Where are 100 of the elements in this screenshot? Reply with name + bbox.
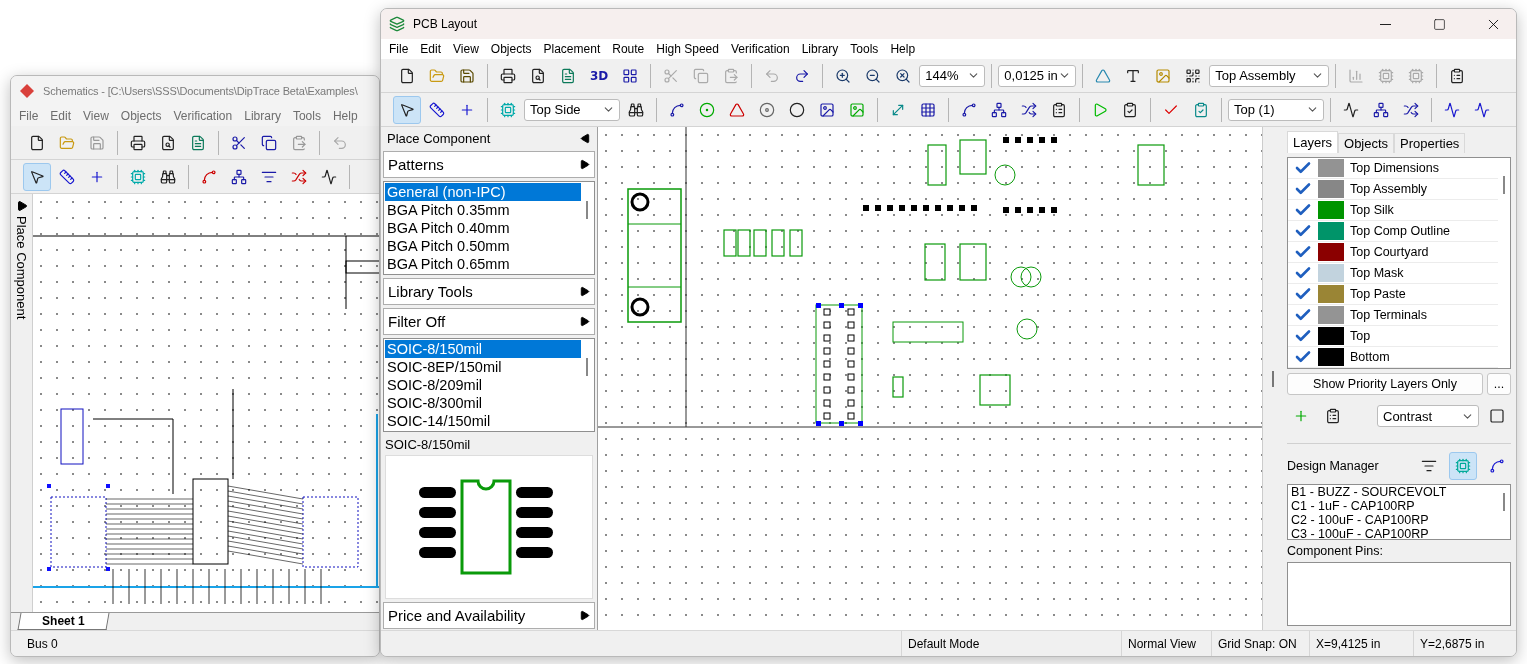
component-pins-label: Component Pins: bbox=[1287, 544, 1384, 558]
status-text: Y=2,6875 in bbox=[1413, 631, 1516, 656]
show-priority-layers-button[interactable]: Show Priority Layers Only bbox=[1287, 373, 1483, 395]
layer-row[interactable]: Top bbox=[1288, 326, 1498, 347]
layer-name: Top Dimensions bbox=[1350, 161, 1439, 175]
board-side-dropdown[interactable]: Top Side bbox=[524, 98, 620, 121]
sheet-tab[interactable]: Sheet 1 bbox=[17, 613, 110, 630]
component-pins-list[interactable] bbox=[1287, 562, 1511, 626]
layer-row[interactable]: Top Paste bbox=[1288, 284, 1498, 305]
layer-row[interactable]: Top Courtyard bbox=[1288, 242, 1498, 263]
menu-item[interactable]: Tools bbox=[844, 42, 885, 56]
menu-item[interactable]: Help bbox=[326, 109, 364, 123]
menu-item[interactable]: File bbox=[13, 109, 45, 123]
preview-title: SOIC-8/150mil bbox=[384, 436, 472, 452]
design-manager-title: Design Manager bbox=[1287, 459, 1380, 473]
patterns-menu-button[interactable]: Patterns bbox=[383, 151, 595, 178]
layer-color-swatch[interactable] bbox=[1318, 222, 1344, 240]
filter-button[interactable]: Filter Off bbox=[383, 308, 595, 335]
layer-row[interactable]: Top Mask bbox=[1288, 263, 1498, 284]
zoom-dropdown[interactable]: 144% bbox=[919, 64, 986, 87]
menu-item[interactable]: Library bbox=[795, 42, 845, 56]
submenu-arrow-icon bbox=[579, 316, 590, 327]
layer-name: Bottom bbox=[1350, 350, 1390, 364]
submenu-arrow-icon bbox=[579, 159, 590, 170]
menu-item[interactable]: Route bbox=[606, 42, 651, 56]
component-list-item[interactable]: C2 - 100uF - CAP100RP bbox=[1288, 513, 1498, 527]
footprint-item[interactable]: SOIC-8/300mil bbox=[385, 394, 581, 412]
menu-item[interactable]: Library bbox=[238, 109, 287, 123]
layer-color-swatch[interactable] bbox=[1318, 285, 1344, 303]
pointer-icon[interactable] bbox=[23, 162, 51, 191]
menu-item[interactable]: High Speed bbox=[650, 42, 725, 56]
layer-name: Top Paste bbox=[1350, 287, 1406, 301]
component-list-item[interactable]: B1 - BUZZ - SOURCEVOLT bbox=[1288, 485, 1498, 499]
expand-icon bbox=[15, 200, 28, 212]
footprint-item[interactable]: SOIC-8/209mil bbox=[385, 376, 581, 394]
place-component-side-tab[interactable]: Place Component bbox=[11, 194, 33, 612]
display-layer-dropdown[interactable]: Top Assembly bbox=[1209, 64, 1330, 87]
price-availability-button[interactable]: Price and Availability bbox=[383, 602, 595, 629]
component-list-item[interactable]: C1 - 1uF - CAP100RP bbox=[1288, 499, 1498, 513]
pattern-group-item[interactable]: BGA Pitch 0.65mm bbox=[385, 255, 581, 273]
layer-color-swatch[interactable] bbox=[1318, 327, 1344, 345]
layer-color-swatch[interactable] bbox=[1318, 159, 1344, 177]
window-title: PCB Layout bbox=[413, 17, 479, 31]
layer-row[interactable]: Top Terminals bbox=[1288, 305, 1498, 326]
footprint-item[interactable]: SOIC-8EP/150mil bbox=[385, 358, 581, 376]
menu-item[interactable]: Verification bbox=[724, 42, 796, 56]
footprint-item[interactable]: SOIC-14/150mil bbox=[385, 412, 581, 430]
layer-name: Top Comp Outline bbox=[1350, 224, 1451, 238]
layer-row[interactable]: Top Assembly bbox=[1288, 179, 1498, 200]
menu-item[interactable]: Help bbox=[884, 42, 922, 56]
panel-title: Place Component bbox=[387, 130, 491, 146]
component-list-item[interactable]: C3 - 100uF - CAP100RP bbox=[1288, 527, 1498, 539]
menu-item[interactable]: Placement bbox=[537, 42, 607, 56]
3d-view-button[interactable]: 3D bbox=[584, 61, 615, 90]
layer-color-swatch[interactable] bbox=[1318, 264, 1344, 282]
panel-tab[interactable]: Objects bbox=[1338, 133, 1395, 153]
layer-color-swatch[interactable] bbox=[1318, 201, 1344, 219]
pattern-group-item[interactable]: BGA Pitch 0.35mm bbox=[385, 201, 581, 219]
menu-item[interactable]: Tools bbox=[286, 109, 327, 123]
menu-item[interactable]: Verification bbox=[167, 109, 239, 123]
pattern-group-item[interactable]: General (non-IPC) bbox=[385, 183, 581, 201]
layer-color-swatch[interactable] bbox=[1318, 180, 1344, 198]
library-tools-button[interactable]: Library Tools bbox=[383, 278, 595, 305]
pattern-group-item[interactable]: BGA Pitch 0.40mm bbox=[385, 219, 581, 237]
route-layer-dropdown[interactable]: Top (1) bbox=[1228, 98, 1324, 121]
layer-color-swatch[interactable] bbox=[1318, 348, 1344, 366]
panel-tab[interactable]: Properties bbox=[1394, 133, 1466, 153]
layer-name: Top Courtyard bbox=[1350, 245, 1429, 259]
layer-row[interactable]: Top Dimensions bbox=[1288, 158, 1498, 179]
layer-color-swatch[interactable] bbox=[1318, 243, 1344, 261]
panel-tab[interactable]: Layers bbox=[1287, 131, 1339, 153]
grid-size-dropdown[interactable]: 0,0125 in bbox=[998, 64, 1077, 87]
menu-item[interactable]: Objects bbox=[484, 42, 538, 56]
menu-item[interactable]: Objects bbox=[114, 109, 168, 123]
footprint-item[interactable]: SOIC-8/150mil bbox=[385, 340, 581, 358]
collapse-icon[interactable] bbox=[580, 132, 591, 144]
pointer-icon[interactable] bbox=[393, 95, 421, 124]
menu-item[interactable]: View bbox=[447, 42, 485, 56]
layer-row[interactable]: Bottom bbox=[1288, 347, 1498, 368]
layer-name: Top Terminals bbox=[1350, 308, 1427, 322]
layer-row[interactable]: Top Comp Outline bbox=[1288, 221, 1498, 242]
menu-item[interactable]: Edit bbox=[44, 109, 78, 123]
app-logo-icon bbox=[389, 16, 405, 32]
status-text: X=9,4125 in bbox=[1309, 631, 1413, 656]
pattern-group-item[interactable]: BGA Pitch 0.50mm bbox=[385, 237, 581, 255]
app-logo-icon bbox=[19, 83, 35, 99]
maximize-icon bbox=[1432, 17, 1446, 31]
contrast-dropdown[interactable]: Contrast bbox=[1377, 405, 1479, 427]
menu-item[interactable]: View bbox=[77, 109, 115, 123]
menu-item[interactable]: File bbox=[383, 42, 415, 56]
status-text: Grid Snap: ON bbox=[1211, 631, 1309, 656]
more-button[interactable]: ... bbox=[1487, 373, 1511, 395]
layer-row[interactable]: Top Silk bbox=[1288, 200, 1498, 221]
status-text: Default Mode bbox=[901, 631, 1121, 656]
menu-item[interactable]: Edit bbox=[414, 42, 448, 56]
layer-name: Top Assembly bbox=[1350, 182, 1428, 196]
layer-name: Top Mask bbox=[1350, 266, 1404, 280]
layer-name: Top Silk bbox=[1350, 203, 1394, 217]
layer-color-swatch[interactable] bbox=[1318, 306, 1344, 324]
window-title: Schematics - [C:\Users\SSS\Documents\DipTrace Beta\Examples\ bbox=[43, 85, 359, 97]
